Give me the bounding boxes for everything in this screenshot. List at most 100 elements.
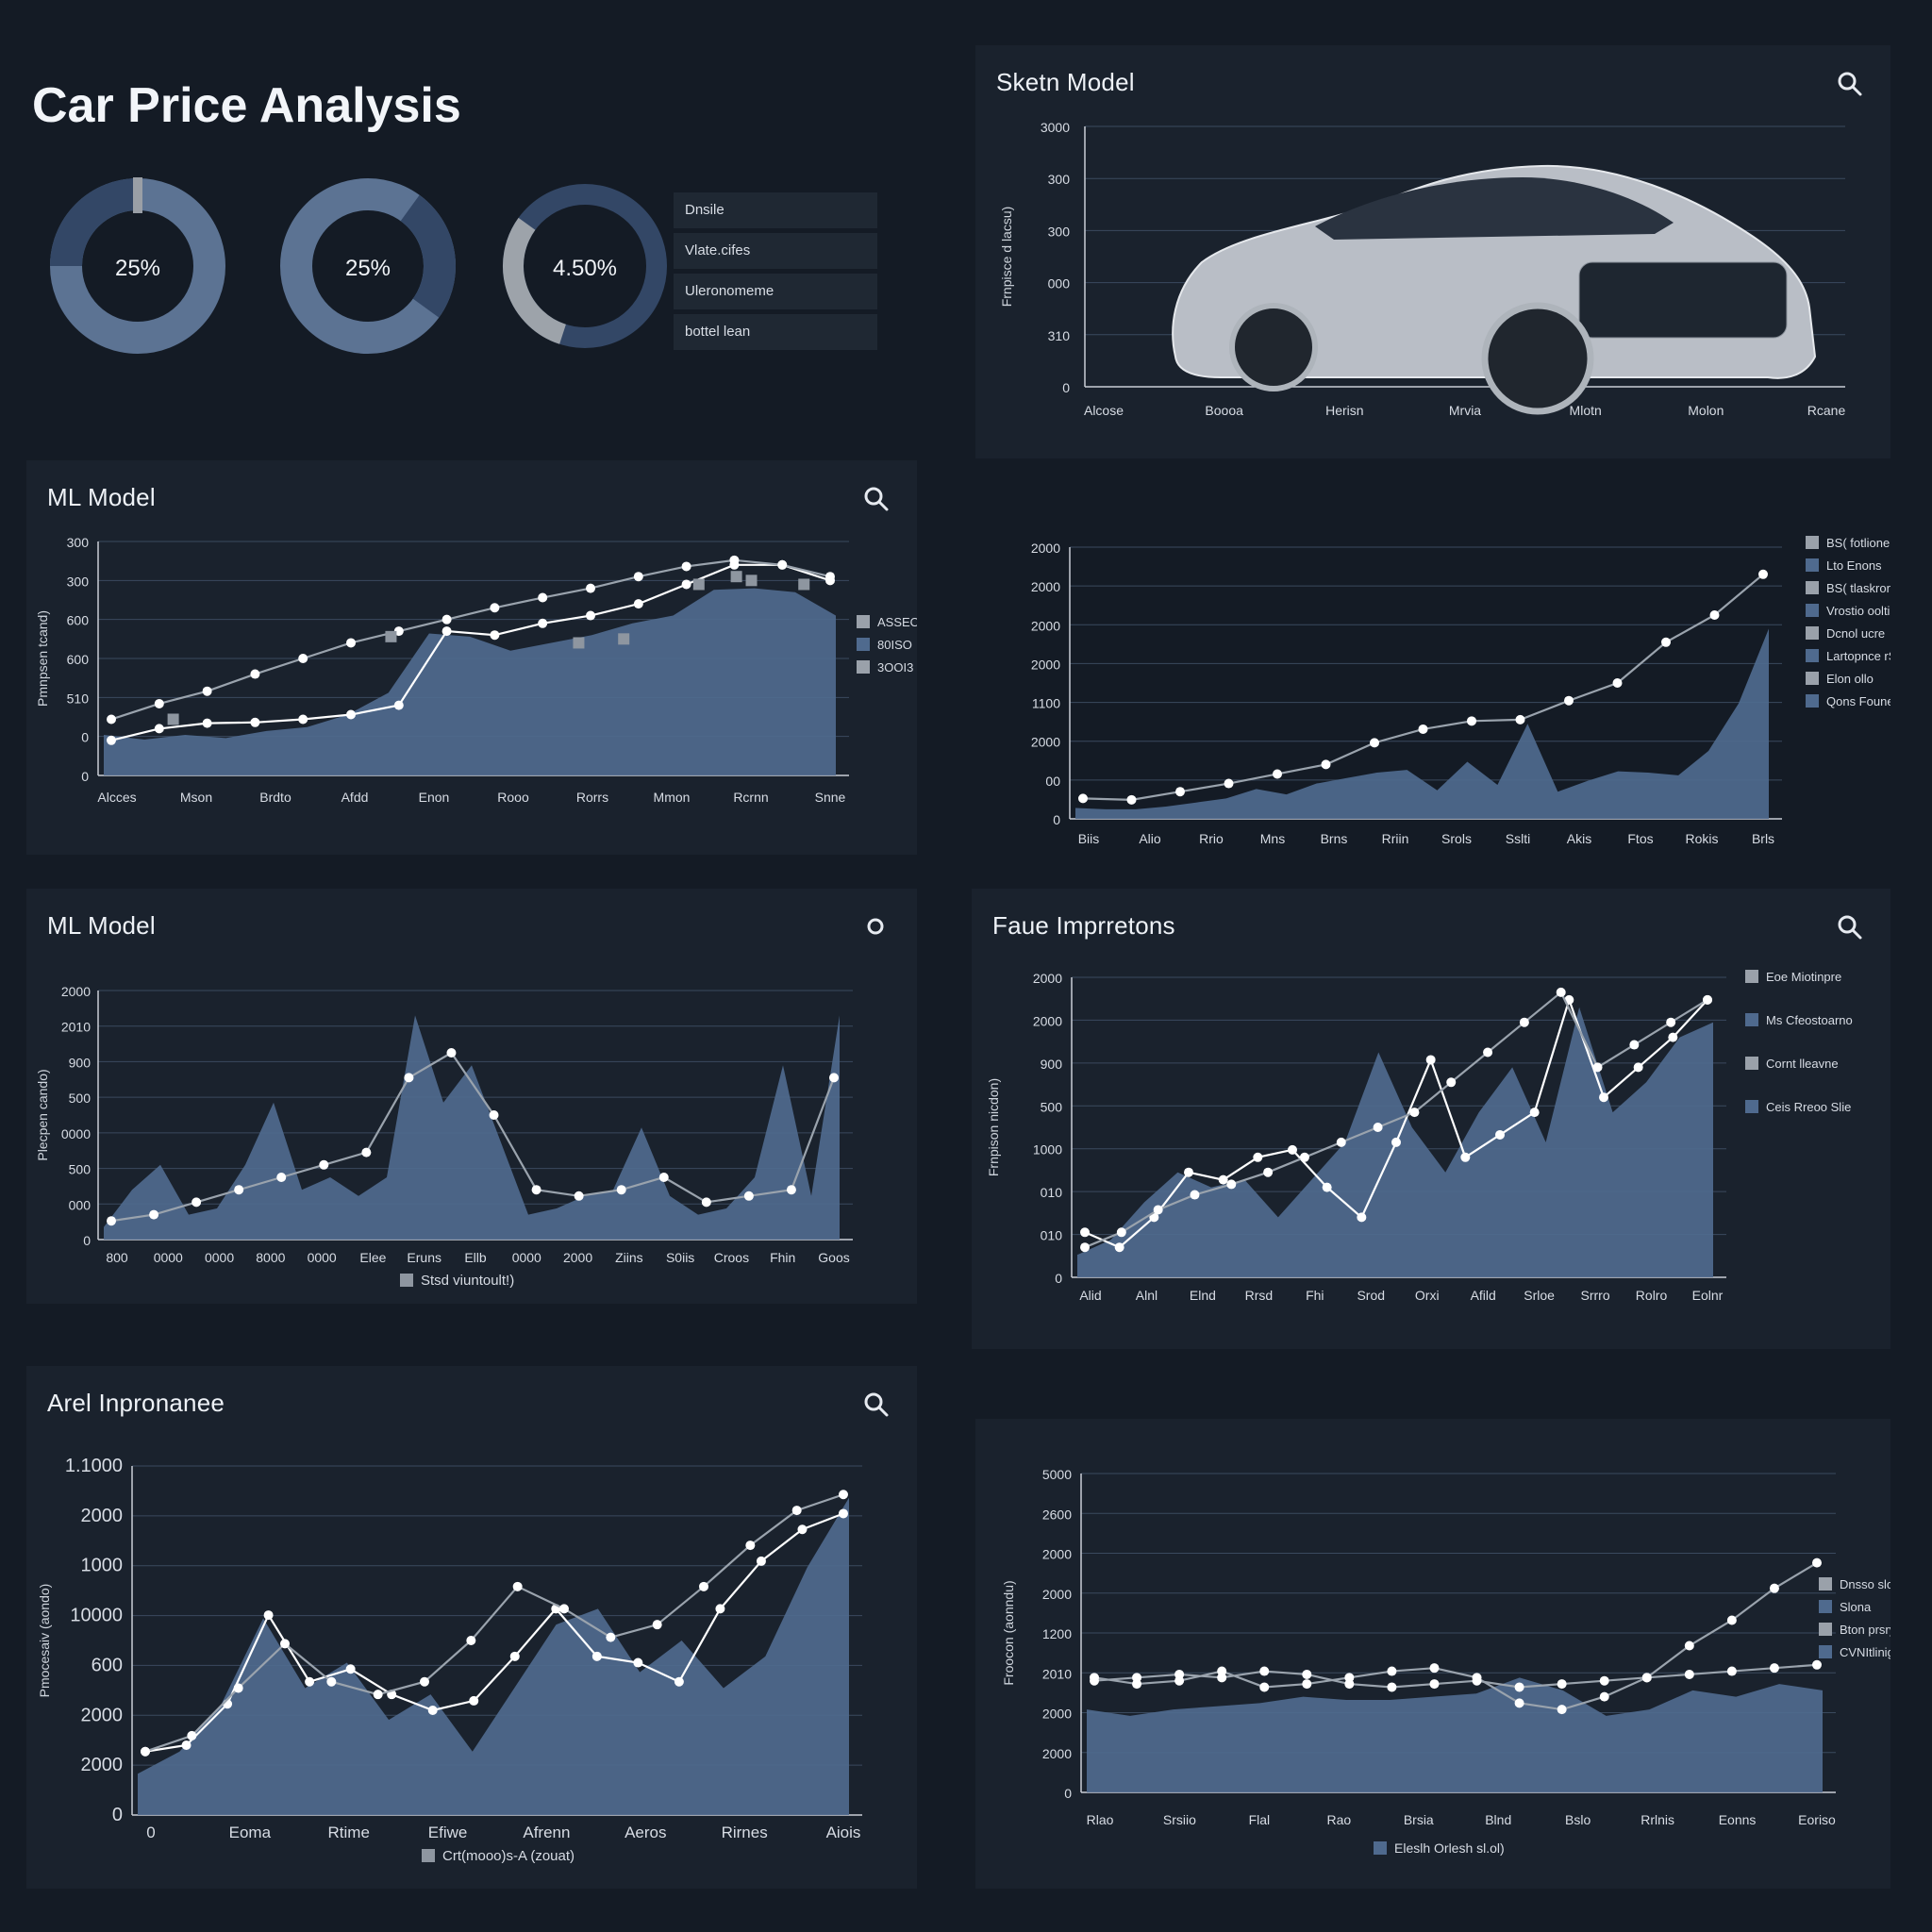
- data-point: [1612, 678, 1623, 688]
- y-tick-label: 2000: [81, 1506, 124, 1526]
- data-point: [346, 638, 356, 648]
- panel-sketch-model: Sketn Model 3000 300 300 000 310 0 Alcose Boooa…: [975, 45, 1890, 458]
- gauge-legend-item[interactable]: bottel lean: [674, 314, 877, 350]
- x-tick-label: 0000: [512, 1250, 541, 1265]
- x-tick-label: Rokis: [1685, 831, 1718, 846]
- data-point: [1370, 738, 1379, 748]
- data-point: [250, 669, 260, 679]
- data-point: [586, 610, 595, 621]
- legend-swatch: [1819, 1577, 1832, 1591]
- x-tick-label: Efiwe: [428, 1824, 468, 1841]
- legend-swatch: [1745, 1013, 1758, 1026]
- y-tick-label: 2000: [1031, 657, 1060, 672]
- data-point: [1557, 1705, 1567, 1715]
- data-point: [154, 724, 164, 734]
- x-tick-label: Rorrs: [576, 790, 608, 805]
- area-series: [104, 1015, 840, 1240]
- x-tick-label: Boooa: [1205, 403, 1243, 418]
- y-tick-label: 010: [1041, 1228, 1063, 1243]
- y-tick-label: 5000: [1042, 1467, 1072, 1482]
- data-marker: [385, 630, 397, 642]
- data-point: [1116, 1227, 1126, 1238]
- x-tick-label: 0: [146, 1824, 155, 1841]
- data-marker: [730, 571, 742, 583]
- y-tick-label: 1.1000: [65, 1456, 123, 1476]
- data-point: [1592, 1062, 1603, 1073]
- y-tick-label: 0: [83, 1233, 91, 1248]
- legend-label: 80ISO: [877, 638, 912, 652]
- data-point: [1633, 1062, 1643, 1073]
- data-point: [1564, 695, 1574, 706]
- legend-label: Ms Cfeostoarno: [1766, 1013, 1853, 1027]
- data-point: [606, 1632, 616, 1642]
- y-tick-label: 600: [67, 613, 90, 628]
- y-tick-label: 10000: [70, 1606, 123, 1626]
- data-point: [1174, 1669, 1185, 1679]
- gauge-legend: Dnsile Vlate.cifes Uleronomeme bottel le…: [674, 192, 877, 355]
- legend-label: Dcnol ucre: [1826, 626, 1885, 641]
- y-tick-label: 3000: [1041, 120, 1070, 135]
- data-point: [743, 1191, 754, 1201]
- y-tick-label: 600: [67, 652, 90, 667]
- data-point: [633, 599, 643, 609]
- y-tick-label: 2000: [1042, 1746, 1072, 1761]
- donut-gauge-3: 4.50%: [492, 174, 677, 363]
- legend-label: BS( fotlione: [1826, 536, 1890, 550]
- donut-label: 25%: [114, 255, 161, 281]
- y-tick-label: 000: [1048, 276, 1071, 291]
- data-point: [1514, 1698, 1524, 1708]
- data-point: [149, 1209, 159, 1220]
- legend-swatch: [1819, 1600, 1832, 1613]
- legend-swatch: [1745, 970, 1758, 983]
- donut-label: 4.50%: [552, 255, 618, 281]
- y-tick-label: 2010: [61, 1020, 91, 1035]
- x-tick-label: Eolnr: [1692, 1288, 1724, 1303]
- x-tick-label: Rrsd: [1245, 1288, 1274, 1303]
- panel-area-importance: Arel Inpronanee 1.1000 2000 1000 10000 600 20…: [26, 1366, 917, 1889]
- legend-swatch: [1806, 604, 1819, 617]
- y-tick-label: 500: [69, 1162, 92, 1177]
- gauge-legend-item[interactable]: Dnsile: [674, 192, 877, 228]
- data-point: [192, 1197, 202, 1208]
- y-axis-title: Frnpison nicdon): [986, 1078, 1001, 1176]
- donut-gauge-1: 25%: [45, 174, 230, 363]
- data-point: [469, 1695, 479, 1706]
- x-tick-label: Rtime: [328, 1824, 370, 1841]
- x-tick-label: Rooo: [497, 790, 529, 805]
- y-tick-label: 500: [1041, 1099, 1063, 1114]
- x-tick-label: Biis: [1078, 831, 1100, 846]
- data-point: [701, 1197, 711, 1208]
- data-point: [1556, 987, 1566, 997]
- data-point: [1190, 1190, 1200, 1200]
- data-point: [361, 1147, 372, 1158]
- data-point: [1812, 1659, 1822, 1670]
- gauge-legend-item[interactable]: Uleronomeme: [674, 274, 877, 309]
- line-series: [1082, 573, 1764, 801]
- x-tick-label: Herisn: [1325, 403, 1363, 418]
- x-tick-label: Rao: [1326, 1812, 1351, 1827]
- data-point: [591, 1651, 602, 1661]
- data-point: [729, 555, 740, 565]
- area-series: [104, 588, 836, 775]
- data-point: [346, 709, 356, 720]
- data-point: [233, 1683, 243, 1693]
- data-point: [466, 1636, 476, 1645]
- y-tick-label: 2000: [1031, 541, 1060, 556]
- data-point: [1336, 1137, 1346, 1147]
- data-point: [1090, 1675, 1099, 1686]
- legend-swatch: [1374, 1841, 1387, 1855]
- y-tick-label: 300: [67, 574, 90, 589]
- y-tick-label: 2010: [1042, 1666, 1072, 1681]
- gauge-legend-item[interactable]: Vlate.cifes: [674, 233, 877, 269]
- x-tick-label: Afrenn: [523, 1824, 570, 1841]
- data-point: [791, 1506, 802, 1516]
- data-point: [298, 654, 308, 663]
- x-tick-label: Eonns: [1719, 1812, 1757, 1827]
- y-tick-label: 00: [1045, 774, 1060, 789]
- legend-swatch: [1806, 536, 1819, 549]
- car-grille: [1578, 261, 1788, 339]
- chart-ml-model-2: 2000201090050000005000000800 0000 0000 8000…: [35, 984, 853, 1289]
- data-point: [538, 592, 548, 603]
- car-photo: [1172, 164, 1817, 415]
- data-point: [1726, 1615, 1737, 1625]
